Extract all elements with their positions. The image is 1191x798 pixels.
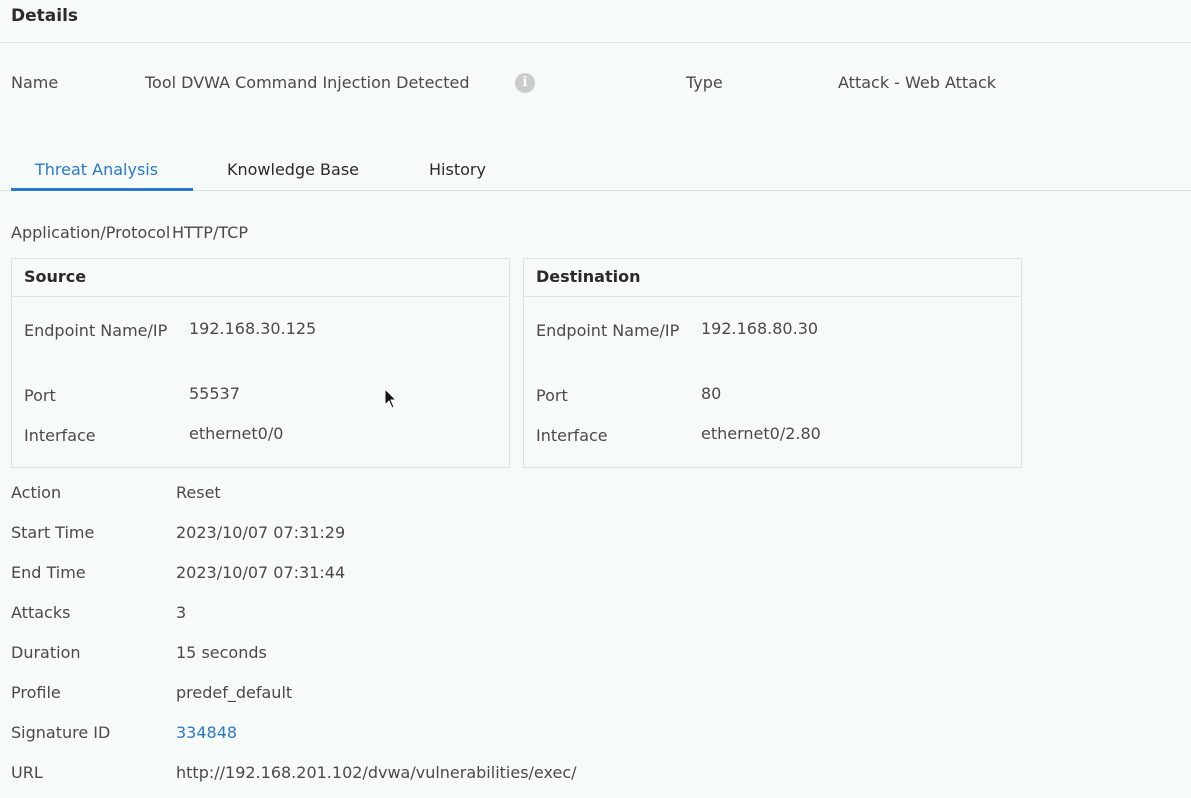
title-divider	[0, 42, 1191, 43]
action-value: Reset	[176, 483, 221, 502]
profile-value: predef_default	[176, 683, 293, 702]
tab-bar	[0, 150, 1191, 192]
source-panel: Source Endpoint Name/IP 192.168.30.125 P…	[11, 258, 510, 468]
action-label: Action	[11, 483, 62, 502]
source-interface-label: Interface	[24, 426, 96, 445]
source-port-label: Port	[24, 386, 56, 405]
tab-history[interactable]: History	[429, 160, 486, 179]
tab-threat-analysis[interactable]: Threat Analysis	[35, 160, 158, 179]
destination-panel: Destination Endpoint Name/IP 192.168.80.…	[523, 258, 1022, 468]
destination-interface-value: ethernet0/2.80	[701, 424, 821, 443]
profile-label: Profile	[11, 683, 61, 702]
source-endpoint-value: 192.168.30.125	[189, 319, 317, 338]
url-label: URL	[11, 763, 43, 782]
source-interface-value: ethernet0/0	[189, 424, 284, 443]
start-time-value: 2023/10/07 07:31:29	[176, 523, 346, 542]
destination-port-label: Port	[536, 386, 568, 405]
info-icon[interactable]: i	[515, 73, 535, 93]
end-time-label: End Time	[11, 563, 86, 582]
type-value: Attack - Web Attack	[838, 73, 997, 92]
type-label: Type	[686, 73, 723, 92]
attacks-label: Attacks	[11, 603, 71, 622]
tab-knowledge-base[interactable]: Knowledge Base	[227, 160, 359, 179]
signature-id-label: Signature ID	[11, 723, 111, 742]
url-value: http://192.168.201.102/dvwa/vulnerabilit…	[176, 763, 577, 782]
mouse-cursor-icon	[384, 387, 398, 414]
active-tab-indicator	[11, 188, 193, 191]
protocol-label: Application/Protocol	[11, 223, 171, 242]
source-port-value: 55537	[189, 384, 240, 403]
attacks-value: 3	[176, 603, 187, 622]
protocol-value: HTTP/TCP	[172, 223, 248, 242]
destination-endpoint-label: Endpoint Name/IP	[536, 321, 680, 340]
end-time-value: 2023/10/07 07:31:44	[176, 563, 346, 582]
details-page: Details Name Tool DVWA Command Injection…	[0, 0, 1191, 798]
destination-port-value: 80	[701, 384, 722, 403]
destination-panel-title: Destination	[524, 259, 1021, 297]
signature-id-link[interactable]: 334848	[176, 723, 237, 742]
source-endpoint-label: Endpoint Name/IP	[24, 321, 168, 340]
name-value: Tool DVWA Command Injection Detected	[145, 73, 470, 92]
duration-label: Duration	[11, 643, 81, 662]
source-panel-title: Source	[12, 259, 509, 297]
start-time-label: Start Time	[11, 523, 95, 542]
duration-value: 15 seconds	[176, 643, 267, 662]
section-title: Details	[11, 6, 79, 26]
name-label: Name	[11, 73, 59, 92]
destination-interface-label: Interface	[536, 426, 608, 445]
destination-endpoint-value: 192.168.80.30	[701, 319, 819, 338]
